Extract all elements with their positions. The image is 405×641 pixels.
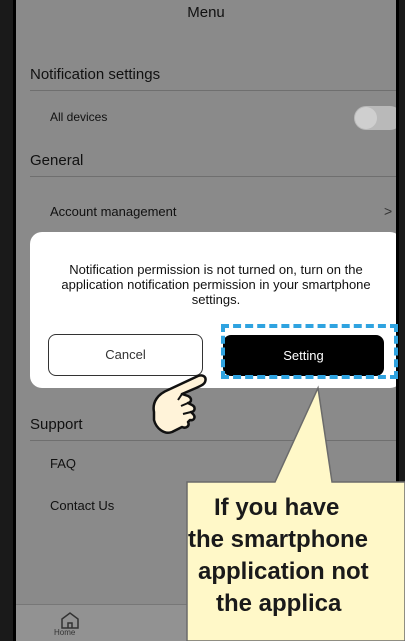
home-icon[interactable] [60,611,80,629]
faq-item[interactable]: FAQ [50,456,76,471]
callout-line: If you have [214,494,340,521]
home-label: Home [54,628,76,637]
setting-button-highlight [221,324,398,379]
page-title: Menu [187,4,225,21]
account-management-item[interactable]: Account management [50,204,176,219]
contact-us-item[interactable]: Contact Us [50,498,114,513]
callout-line: application not [198,558,369,585]
callout-line: the applica [216,590,342,617]
cancel-button[interactable]: Cancel [48,334,203,376]
pointing-hand-icon [152,374,207,434]
toggle-knob [355,107,377,129]
all-devices-label: All devices [50,110,108,124]
divider [30,90,396,91]
support-heading: Support [30,416,83,433]
dialog-message: Notification permission is not turned on… [61,262,371,307]
all-devices-toggle[interactable] [354,106,396,130]
callout-text: If you have the smartphone application n… [187,482,405,641]
divider [30,176,396,177]
notification-settings-heading: Notification settings [30,66,161,83]
chevron-right-icon: > [384,203,393,219]
callout-line: the smartphone [188,526,369,553]
general-heading: General [30,152,84,169]
